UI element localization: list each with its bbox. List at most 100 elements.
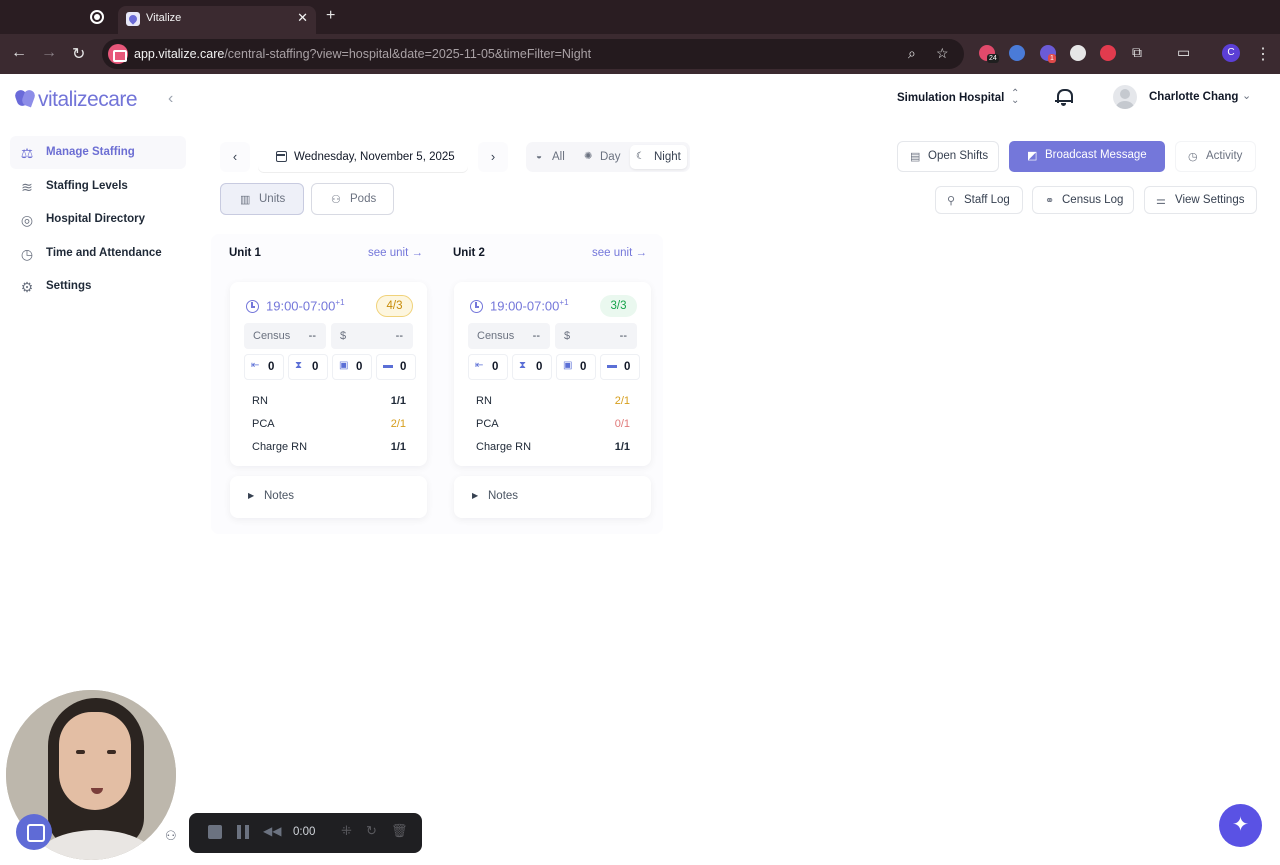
camera-settings-icon[interactable]: ⚇ [165, 828, 177, 844]
view-units-tab[interactable]: ▥ Units [220, 183, 304, 215]
message-icon: ▬ [383, 360, 393, 371]
notes-toggle[interactable]: ▶ Notes [230, 476, 427, 518]
filter-night[interactable]: ☾ Night [630, 145, 687, 169]
close-tab-icon[interactable]: ✕ [297, 10, 308, 26]
arrivals-count[interactable]: ⇤ 0 [244, 354, 284, 380]
open-shifts-button[interactable]: ▤ Open Shifts [897, 141, 999, 172]
arrivals-count[interactable]: ⇤ 0 [468, 354, 508, 380]
role-row: PCA 0/1 [476, 418, 630, 430]
clock-icon [470, 300, 483, 313]
levels-icon: ≋ [21, 178, 33, 195]
messages-count[interactable]: ▬ 0 [376, 354, 416, 380]
role-row: Charge RN 1/1 [252, 441, 406, 453]
new-tab-icon[interactable]: + [326, 7, 335, 25]
hospital-selector[interactable]: Simulation Hospital [897, 92, 1004, 104]
ai-assistant-button[interactable]: ✦ [1219, 804, 1262, 847]
cost-stat: $ -- [331, 323, 413, 349]
extension-3-icon[interactable]: 1 [1040, 45, 1056, 63]
pause-icon[interactable] [237, 825, 249, 839]
zoom-icon[interactable]: ⌕ [908, 45, 916, 62]
bookmark-star-icon[interactable]: ☆ [936, 45, 949, 62]
sidebar-item-staffing-levels[interactable]: ≋ Staffing Levels [10, 170, 186, 203]
sidebar-item-time-and-attendance[interactable]: ◷ Time and Attendance [10, 237, 186, 270]
site-info-icon[interactable] [108, 44, 128, 64]
avatar[interactable] [1113, 85, 1137, 109]
browser-menu-icon[interactable]: ⋮ [1255, 44, 1271, 64]
unit-title: Unit 2 [453, 247, 485, 259]
calendar-icon: ▤ [910, 151, 921, 163]
next-date-button[interactable]: › [478, 142, 508, 172]
clock-icon [246, 300, 259, 313]
extension-5-icon[interactable] [1100, 45, 1116, 61]
caret-right-icon: ▶ [248, 491, 255, 500]
stop-icon[interactable] [208, 825, 222, 839]
staffing-ratio-badge: 4/3 [376, 295, 413, 317]
browser-profile-avatar[interactable]: C [1222, 44, 1240, 62]
bell-icon[interactable] [1054, 87, 1073, 107]
census-stat: Census -- [468, 323, 550, 349]
scheduled-count[interactable]: ▣ 0 [556, 354, 596, 380]
chevron-updown-icon[interactable]: ⌃ ⌄ [1011, 89, 1019, 106]
camera-toggle-button[interactable] [16, 814, 52, 850]
pods-icon: ⚇ [331, 194, 341, 206]
url-text: app.vitalize.care/central-staffing?view=… [134, 47, 592, 61]
arrive-icon: ⇤ [475, 360, 484, 371]
date-picker[interactable]: Wednesday, November 5, 2025 [258, 142, 468, 172]
grid-icon[interactable]: ⁜ [341, 823, 355, 838]
extension-1-icon[interactable]: 24 [979, 45, 999, 63]
extensions-puzzle-icon[interactable]: ⧉ [1132, 44, 1142, 61]
reload-icon[interactable]: ↻ [72, 44, 85, 64]
census-stat: Census -- [244, 323, 326, 349]
extension-2-icon[interactable] [1009, 45, 1025, 61]
calendar-icon: ▣ [563, 360, 573, 371]
unit-shift-card[interactable]: 19:00-07:00+1 3/3 Census -- $ -- ⇤ 0 ⧗ 0… [454, 282, 651, 466]
sidebar-item-hospital-directory[interactable]: ◎ Hospital Directory [10, 203, 186, 236]
trash-icon[interactable]: 🗑 [391, 823, 408, 838]
sidebar-item-manage-staffing[interactable]: ⚖ Manage Staffing [10, 136, 186, 169]
filter-day[interactable]: ✺ Day [578, 145, 624, 169]
notes-toggle[interactable]: ▶ Notes [454, 476, 651, 518]
history-icon: ◷ [1188, 151, 1198, 163]
person-icon: ⚲ [947, 195, 956, 207]
hourglass-icon: ⧗ [295, 360, 303, 371]
see-unit-link[interactable]: see unit → [368, 247, 423, 259]
scheduled-count[interactable]: ▣ 0 [332, 354, 372, 380]
see-unit-link[interactable]: see unit → [592, 247, 647, 259]
collapse-sidebar-icon[interactable]: ‹ [168, 90, 173, 108]
broadcast-message-button[interactable]: ◩ Broadcast Message [1009, 141, 1165, 172]
chevron-down-icon[interactable]: ⌄ [1242, 89, 1251, 102]
view-pods-tab[interactable]: ⚇ Pods [311, 183, 394, 215]
user-name[interactable]: Charlotte Chang [1149, 91, 1238, 103]
app: vitalizecare ‹ ⚖ Manage Staffing ≋ Staff… [0, 74, 1280, 865]
unit-shift-card[interactable]: 19:00-07:00+1 4/3 Census -- $ -- ⇤ 0 ⧗ 0… [230, 282, 427, 466]
vitalize-logo-mark-icon [16, 90, 34, 106]
activity-button[interactable]: ◷ Activity [1175, 141, 1256, 172]
hourglass-icon: ⧗ [519, 360, 527, 371]
view-settings-button[interactable]: ⚌ View Settings [1144, 186, 1257, 214]
messages-count[interactable]: ▬ 0 [600, 354, 640, 380]
message-icon: ▬ [607, 360, 617, 371]
browser-tab[interactable]: Vitalize ✕ [118, 6, 316, 34]
scale-icon: ⚖ [20, 145, 34, 161]
shift-time: 19:00-07:00+1 [266, 298, 345, 314]
sidebar-item-settings[interactable]: ⚙ Settings [10, 270, 186, 303]
vitalize-favicon-icon [126, 12, 140, 26]
megaphone-icon: ◩ [1027, 150, 1038, 162]
pending-count[interactable]: ⧗ 0 [512, 354, 552, 380]
back-icon[interactable]: ← [11, 44, 27, 62]
recording-timer: 0:00 [293, 826, 316, 838]
census-log-button[interactable]: ⚭ Census Log [1032, 186, 1134, 214]
previous-date-button[interactable]: ‹ [220, 142, 250, 172]
filter-all[interactable]: ◒ All [530, 145, 570, 169]
staff-log-button[interactable]: ⚲ Staff Log [935, 186, 1023, 214]
restart-icon[interactable]: ↻ [366, 823, 380, 838]
users-icon: ⚭ [1045, 195, 1055, 207]
side-panel-icon[interactable]: ▭ [1177, 44, 1190, 61]
address-bar[interactable]: app.vitalize.care/central-staffing?view=… [102, 39, 964, 69]
extension-4-icon[interactable] [1070, 45, 1086, 61]
record-indicator-icon [90, 10, 104, 24]
pending-count[interactable]: ⧗ 0 [288, 354, 328, 380]
rewind-icon[interactable]: ◀◀ [263, 824, 281, 838]
forward-icon[interactable]: → [41, 44, 57, 62]
calendar-icon: ▣ [339, 360, 349, 371]
